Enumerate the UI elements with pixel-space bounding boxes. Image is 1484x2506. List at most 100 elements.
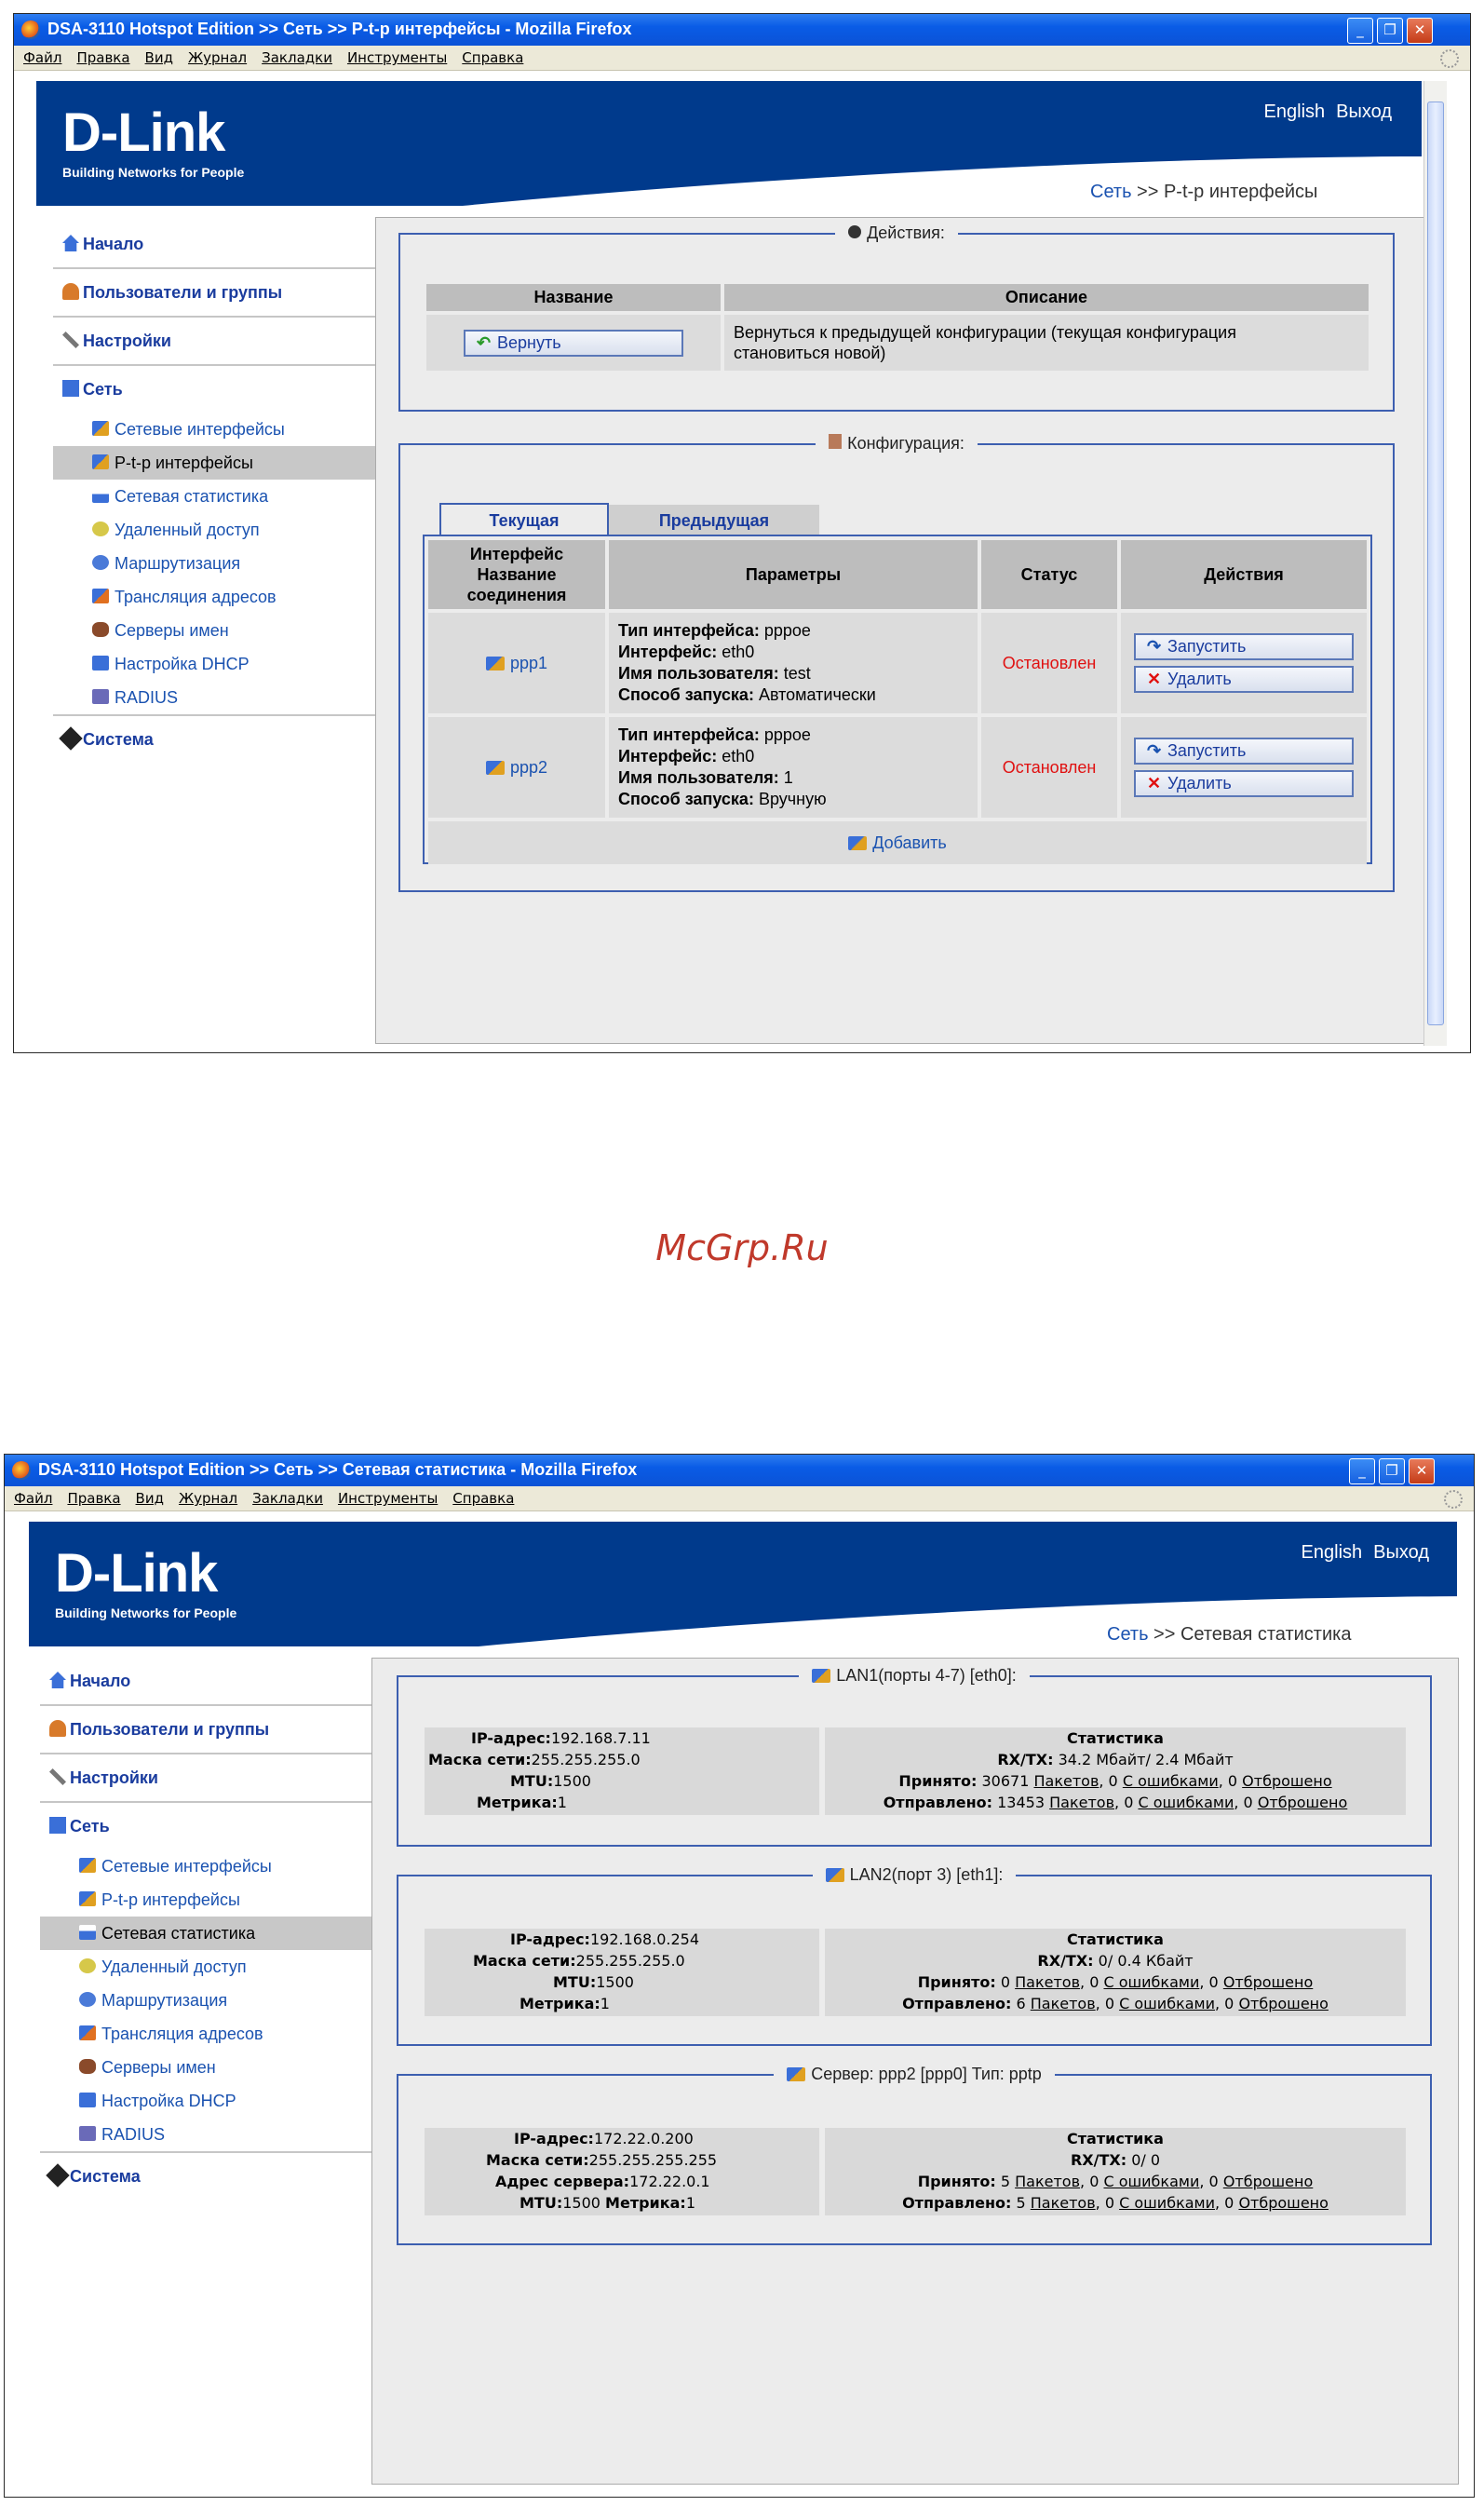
menu-history[interactable]: Журнал (179, 1486, 237, 1510)
menu-tools[interactable]: Инструменты (347, 46, 447, 70)
errors-link[interactable]: С ошибками (1103, 2173, 1199, 2190)
sidebar-item-settings[interactable]: Настройки (53, 318, 375, 366)
sidebar-sub-interfaces[interactable]: Сетевые интерфейсы (53, 413, 375, 446)
errors-link[interactable]: С ошибками (1138, 1794, 1234, 1811)
dropped-link[interactable]: Отброшено (1223, 1973, 1313, 1991)
stat-label: IP-адрес: (471, 1729, 551, 1747)
logout-link[interactable]: Выход (1336, 102, 1392, 122)
menu-file[interactable]: Файл (14, 1486, 52, 1510)
maximize-button[interactable]: ❐ (1379, 1458, 1405, 1484)
packets-link[interactable]: Пакетов (1031, 1995, 1096, 2012)
menu-view[interactable]: Вид (145, 46, 173, 70)
menu-tools[interactable]: Инструменты (338, 1486, 438, 1510)
sidebar-item-settings[interactable]: Настройки (40, 1754, 371, 1803)
menu-file[interactable]: Файл (23, 46, 61, 70)
ptp-table: Интерфейс Название соединения Параметры Ст… (425, 536, 1370, 868)
system-icon (59, 726, 83, 751)
sidebar-item-users[interactable]: Пользователи и группы (40, 1706, 371, 1754)
minimize-button[interactable]: _ (1349, 1458, 1375, 1484)
tab-current[interactable]: Текущая (439, 503, 609, 536)
sidebar-item-home[interactable]: Начало (53, 221, 375, 269)
start-button[interactable]: ↷ Запустить (1134, 633, 1354, 660)
sidebar-item-system[interactable]: Система (40, 2153, 371, 2200)
delete-button[interactable]: ✕ Удалить (1134, 770, 1354, 797)
title-bar[interactable]: DSA-3110 Hotspot Edition >> Сеть >> P-t-… (14, 14, 1470, 46)
revert-button[interactable]: ↶ Вернуть (464, 329, 683, 357)
sidebar-sub-dns[interactable]: Серверы имен (53, 614, 375, 647)
sidebar-sub-nat[interactable]: Трансляция адресов (53, 580, 375, 614)
errors-link[interactable]: С ошибками (1123, 1772, 1219, 1790)
errors-link[interactable]: С ошибками (1119, 1995, 1215, 2012)
close-button[interactable]: ✕ (1407, 18, 1433, 44)
errors-link[interactable]: С ошибками (1119, 2194, 1215, 2212)
param-label: Имя пользователя: (618, 768, 779, 787)
iface-name-link[interactable]: ppp1 (510, 654, 547, 672)
sidebar-sub-ptp[interactable]: P-t-p интерфейсы (53, 446, 375, 480)
dropped-link[interactable]: Отброшено (1258, 1794, 1347, 1811)
menu-bookmarks[interactable]: Закладки (252, 1486, 323, 1510)
start-button[interactable]: ↷ Запустить (1134, 738, 1354, 765)
breadcrumb-network-link[interactable]: Сеть (1090, 182, 1131, 202)
sidebar-sub-radius[interactable]: RADIUS (40, 2118, 371, 2153)
sidebar-item-network[interactable]: Сеть (40, 1803, 371, 1849)
sidebar-sub-radius[interactable]: RADIUS (53, 681, 375, 716)
errors-link[interactable]: С ошибками (1103, 1973, 1199, 1991)
close-button[interactable]: ✕ (1409, 1458, 1435, 1484)
sidebar-item-home[interactable]: Начало (40, 1658, 371, 1706)
params-cell: Тип интерфейса: pppoe Интерфейс: eth0 Им… (609, 613, 978, 713)
menu-help[interactable]: Справка (452, 1486, 514, 1510)
sidebar-sub-routing[interactable]: Маршрутизация (40, 1984, 371, 2017)
menu-bookmarks[interactable]: Закладки (262, 46, 332, 70)
packets-link[interactable]: Пакетов (1031, 2194, 1096, 2212)
dhcp-icon (79, 2093, 96, 2107)
sidebar-sub-routing[interactable]: Маршрутизация (53, 547, 375, 580)
minimize-button[interactable]: _ (1347, 18, 1373, 44)
sidebar-sub-dhcp[interactable]: Настройка DHCP (53, 647, 375, 681)
sidebar-sub-interfaces[interactable]: Сетевые интерфейсы (40, 1849, 371, 1883)
menu-edit[interactable]: Правка (67, 1486, 120, 1510)
menu-history[interactable]: Журнал (188, 46, 247, 70)
english-link[interactable]: English (1264, 102, 1326, 122)
packets-link[interactable]: Пакетов (1033, 1772, 1099, 1790)
title-bar[interactable]: DSA-3110 Hotspot Edition >> Сеть >> Сете… (5, 1455, 1474, 1486)
sidebar-item-users[interactable]: Пользователи и группы (53, 269, 375, 318)
sidebar-sub-stats[interactable]: Сетевая статистика (53, 480, 375, 513)
dropped-link[interactable]: Отброшено (1242, 1772, 1331, 1790)
sidebar-sub-ptp[interactable]: P-t-p интерфейсы (40, 1883, 371, 1917)
config-icon (829, 434, 843, 449)
sidebar-sub-label: P-t-p интерфейсы (115, 454, 253, 472)
sidebar-sub-stats[interactable]: Сетевая статистика (40, 1917, 371, 1950)
vertical-scrollbar[interactable] (1423, 81, 1447, 1046)
delete-button[interactable]: ✕ Удалить (1134, 666, 1354, 693)
packets-link[interactable]: Пакетов (1015, 2173, 1080, 2190)
logout-link[interactable]: Выход (1373, 1542, 1429, 1563)
menu-edit[interactable]: Правка (76, 46, 129, 70)
sidebar-item-system[interactable]: Система (53, 716, 375, 763)
maximize-button[interactable]: ❐ (1377, 18, 1403, 44)
breadcrumb-separator: >> (1131, 182, 1164, 202)
sidebar-sub-label: Сетевые интерфейсы (115, 420, 285, 439)
sidebar-sub-remote[interactable]: Удаленный доступ (53, 513, 375, 547)
sidebar-sub-dns[interactable]: Серверы имен (40, 2051, 371, 2084)
iface-name-link[interactable]: ppp2 (510, 758, 547, 777)
dropped-link[interactable]: Отброшено (1238, 1995, 1328, 2012)
sidebar-sub-label: Настройка DHCP (115, 655, 250, 673)
menu-help[interactable]: Справка (462, 46, 523, 70)
breadcrumb-network-link[interactable]: Сеть (1107, 1624, 1148, 1645)
stat-rxtx: RX/TX: 0/ 0.4 Кбайт (825, 1950, 1406, 1971)
sidebar-item-network[interactable]: Сеть (53, 366, 375, 413)
scrollbar-thumb[interactable] (1427, 102, 1444, 1025)
add-button[interactable]: Добавить (872, 833, 947, 852)
dropped-link[interactable]: Отброшено (1238, 2194, 1328, 2212)
sidebar-sub-remote[interactable]: Удаленный доступ (40, 1950, 371, 1984)
tab-previous[interactable]: Предыдущая (609, 505, 819, 536)
sidebar-sub-nat[interactable]: Трансляция адресов (40, 2017, 371, 2051)
dropped-link[interactable]: Отброшено (1223, 2173, 1313, 2190)
stat-value: 255.255.255.0 (575, 1952, 685, 1970)
packets-link[interactable]: Пакетов (1049, 1794, 1114, 1811)
stat-value: 5 (1016, 2194, 1026, 2212)
menu-view[interactable]: Вид (136, 1486, 164, 1510)
packets-link[interactable]: Пакетов (1015, 1973, 1080, 1991)
english-link[interactable]: English (1302, 1542, 1363, 1563)
sidebar-sub-dhcp[interactable]: Настройка DHCP (40, 2084, 371, 2118)
